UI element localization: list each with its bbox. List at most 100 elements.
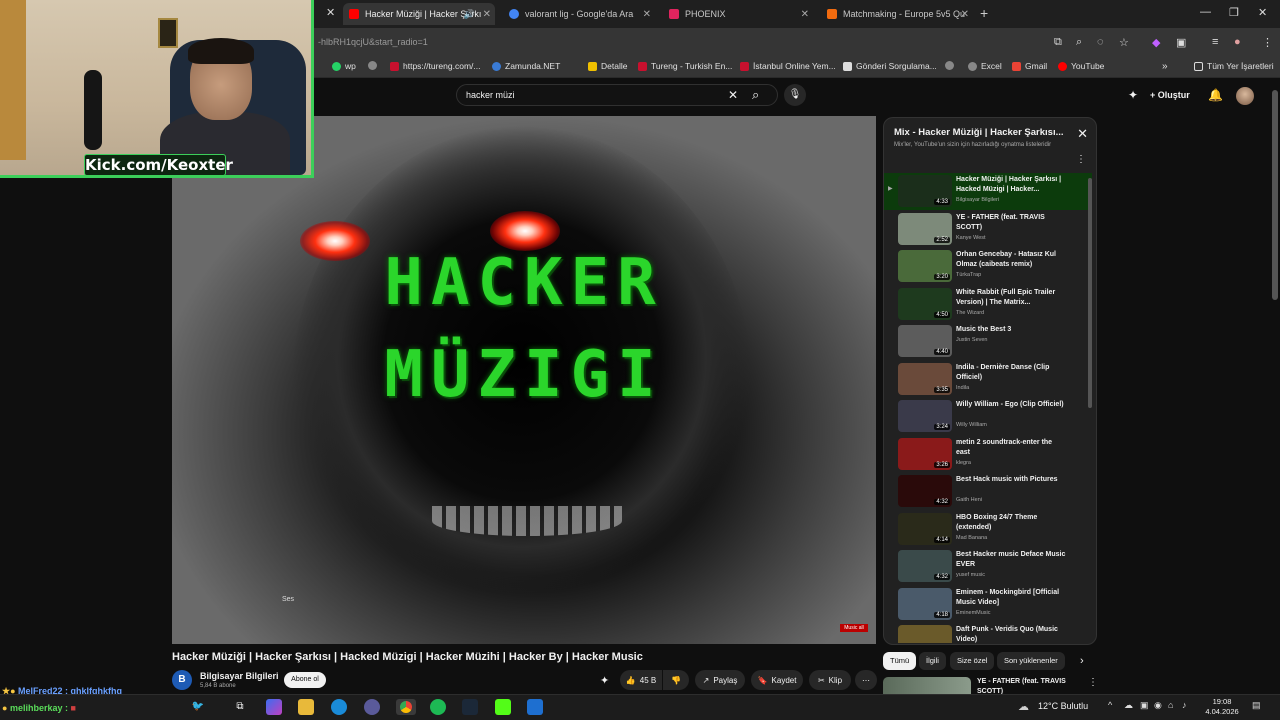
taskbar-clock[interactable]: 19:08 4.04.2026 bbox=[1200, 697, 1244, 717]
bookmark-item[interactable]: Tureng - Turkish En... bbox=[638, 61, 732, 71]
search-icon[interactable]: ⌕ bbox=[752, 87, 759, 103]
clear-search-icon[interactable]: ✕ bbox=[728, 88, 738, 102]
spotify-icon[interactable] bbox=[430, 699, 446, 715]
tab-close-icon[interactable]: ✕ bbox=[643, 9, 651, 20]
playlist-item-title[interactable]: Daft Punk - Veridis Quo (Music Video) bbox=[956, 625, 1066, 643]
like-button[interactable]: 👍 45 B bbox=[620, 670, 662, 690]
playlist-item-thumbnail[interactable]: 4:32 bbox=[898, 475, 952, 507]
playlist-close-icon[interactable]: ✕ bbox=[1077, 126, 1088, 142]
notification-center-icon[interactable]: ▤ bbox=[1252, 700, 1261, 711]
playlist-item[interactable]: 4:32 Best Hacker music Deface Music EVER y… bbox=[884, 548, 1092, 585]
studio-icon[interactable]: ✦ bbox=[1128, 88, 1138, 102]
playlist-item-thumbnail[interactable]: 4:40 bbox=[898, 325, 952, 357]
chip-related[interactable]: İlgili bbox=[919, 652, 946, 670]
browser-tab-matchmaking[interactable]: Matchmaking - Europe 5v5 Qu ✕ bbox=[821, 3, 973, 25]
bookmark-item[interactable]: https://tureng.com/... bbox=[390, 61, 480, 71]
playlist-item-title[interactable]: Hacker Müziği | Hacker Şarkısı | Hacked … bbox=[956, 175, 1066, 195]
playlist-item[interactable]: 4:50 White Rabbit (Full Epic Trailer Vers… bbox=[884, 286, 1092, 323]
playlist-scrollbar[interactable] bbox=[1088, 178, 1092, 408]
playlist-item-title[interactable]: White Rabbit (Full Epic Trailer Version)… bbox=[956, 288, 1066, 308]
app-icon[interactable] bbox=[364, 699, 380, 715]
playlist-item-thumbnail[interactable]: 4:32 bbox=[898, 550, 952, 582]
bookmark-item[interactable]: Detalle bbox=[588, 61, 627, 71]
maximize-icon[interactable]: ❐ bbox=[1229, 6, 1239, 19]
video-player[interactable]: HACKER MÜZIGI Ses Music all bbox=[172, 116, 876, 644]
cloud-tray-icon[interactable]: ☁ bbox=[1124, 700, 1133, 711]
playlist-item-thumbnail[interactable]: 3:20 bbox=[898, 250, 952, 282]
channel-avatar[interactable]: B bbox=[172, 670, 192, 690]
window-close-icon[interactable]: ✕ bbox=[1258, 6, 1267, 19]
page-scrollbar[interactable] bbox=[1272, 90, 1278, 300]
create-button[interactable]: + Oluştur bbox=[1150, 90, 1190, 100]
playlist-item-title[interactable]: metin 2 soundtrack-enter the east bbox=[956, 438, 1066, 458]
playlist-item[interactable]: 3:35 Indila - Dernière Danse (Clip Offici… bbox=[884, 361, 1092, 398]
recommendation-more-icon[interactable]: ⋮ bbox=[1088, 677, 1098, 688]
chrome-icon[interactable] bbox=[396, 699, 416, 715]
playlist-item-thumbnail[interactable]: 2:52 bbox=[898, 212, 952, 245]
playlist-item[interactable]: 4:32 Best Hack music with Pictures Gaith H… bbox=[884, 473, 1092, 510]
kick-app-icon[interactable] bbox=[495, 699, 511, 715]
hidden-eye-icon[interactable]: ◌ bbox=[1097, 36, 1104, 48]
bookmark-item[interactable]: Excel bbox=[968, 61, 1002, 71]
playlist-item[interactable]: 3:26 metin 2 soundtrack-enter the east kle… bbox=[884, 436, 1092, 473]
playlist-item[interactable]: ▶ 4:33 Hacker Müziği | Hacker Şarkısı | Ha… bbox=[884, 173, 1092, 210]
tab-close-icon[interactable]: ✕ bbox=[483, 9, 491, 20]
save-button[interactable]: 🔖 Kaydet bbox=[751, 670, 803, 690]
new-tab-plus-icon[interactable]: + bbox=[980, 5, 988, 21]
playlist-item-title[interactable]: Music the Best 3 bbox=[956, 325, 1066, 335]
minimize-icon[interactable]: — bbox=[1200, 6, 1211, 18]
tab-close-icon[interactable]: ✕ bbox=[801, 9, 809, 20]
chip-for-you[interactable]: Size özel bbox=[950, 652, 995, 670]
zoom-icon[interactable]: ⌕ bbox=[1076, 36, 1082, 49]
install-app-icon[interactable]: ⧉ bbox=[1054, 36, 1062, 49]
bookmark-item[interactable]: Gmail bbox=[1012, 61, 1047, 71]
speaker-icon[interactable]: 🔊 bbox=[464, 9, 475, 20]
chip-recently-uploaded[interactable]: Son yüklenenler bbox=[997, 652, 1065, 670]
extensions-puzzle-icon[interactable]: ▣ bbox=[1176, 36, 1186, 49]
tray-app-icon[interactable]: ▣ bbox=[1140, 700, 1149, 711]
dislike-button[interactable]: 👎 bbox=[663, 670, 689, 690]
clip-button[interactable]: ✂ Klip bbox=[809, 670, 851, 690]
ai-sparkle-icon[interactable]: ✦ bbox=[600, 674, 609, 687]
channel-name[interactable]: Bilgisayar Bilgileri bbox=[200, 671, 279, 681]
playlist-item-thumbnail[interactable]: 4:14 bbox=[898, 512, 952, 545]
browser-tab-google[interactable]: valorant lig - Google'da Ara ✕ bbox=[503, 3, 655, 25]
playlist-item-title[interactable]: Orhan Gencebay - Hatasız Kul Olmaz (caib… bbox=[956, 250, 1066, 270]
bookmark-item[interactable]: Zamunda.NET bbox=[492, 61, 560, 71]
playlist-more-icon[interactable]: ⋮ bbox=[1076, 154, 1086, 165]
volume-icon[interactable]: ♪ bbox=[1182, 700, 1187, 710]
media-control-icon[interactable]: ≡ bbox=[1212, 36, 1218, 48]
playlist-item-thumbnail[interactable]: 5:58 bbox=[898, 625, 952, 643]
weather-text[interactable]: 12°C Bulutlu bbox=[1038, 701, 1088, 711]
steam-icon[interactable] bbox=[462, 699, 478, 715]
playlist-item-title[interactable]: Best Hack music with Pictures bbox=[956, 475, 1066, 485]
playlist-item-thumbnail[interactable]: 3:24 bbox=[898, 400, 952, 432]
tab-close-icon[interactable]: ✕ bbox=[961, 9, 969, 20]
share-button[interactable]: ↗ Paylaş bbox=[695, 670, 745, 690]
close-icon[interactable]: ✕ bbox=[326, 6, 335, 19]
voice-search-icon[interactable]: 🎙 bbox=[784, 84, 806, 106]
tray-expand-icon[interactable]: ^ bbox=[1108, 700, 1112, 710]
browser-menu-icon[interactable]: ⋮ bbox=[1262, 36, 1273, 49]
task-view-icon[interactable]: ⧉ bbox=[232, 699, 248, 715]
bookmark-item[interactable]: wp bbox=[332, 61, 356, 71]
subscribe-button[interactable]: Abone ol bbox=[284, 672, 326, 688]
url-field[interactable]: -hlbRH1qcjU&start_radio=1 bbox=[318, 37, 428, 47]
app-icon[interactable] bbox=[527, 699, 543, 715]
copilot-icon[interactable] bbox=[266, 699, 282, 715]
playlist-item-thumbnail[interactable]: 4:33 bbox=[898, 175, 952, 207]
playlist-item[interactable]: 4:18 Eminem - Mockingbird [Official Music… bbox=[884, 586, 1092, 623]
browser-tab-phoenix[interactable]: PHOENIX ✕ bbox=[663, 3, 813, 25]
playlist-item-thumbnail[interactable]: 3:35 bbox=[898, 362, 952, 395]
playlist-item-thumbnail[interactable]: 4:18 bbox=[898, 587, 952, 620]
playlist-item[interactable]: 3:24 Willy William - Ego (Clip Officiel) W… bbox=[884, 398, 1092, 435]
playlist-item[interactable]: 5:58Daft Punk - Veridis Quo (Music Video… bbox=[884, 623, 1092, 643]
playlist-item[interactable]: 4:14 HBO Boxing 24/7 Theme (extended) Mad … bbox=[884, 511, 1092, 548]
file-explorer-icon[interactable] bbox=[298, 699, 314, 715]
account-avatar[interactable] bbox=[1236, 87, 1254, 105]
bookmark-star-icon[interactable]: ☆ bbox=[1119, 36, 1129, 49]
bookmark-item[interactable]: İstanbul Online Yem... bbox=[740, 61, 836, 71]
chip-all[interactable]: Tümü bbox=[883, 652, 917, 670]
network-icon[interactable]: ⌂ bbox=[1168, 700, 1173, 710]
more-actions-button[interactable]: ⋯ bbox=[855, 670, 877, 690]
